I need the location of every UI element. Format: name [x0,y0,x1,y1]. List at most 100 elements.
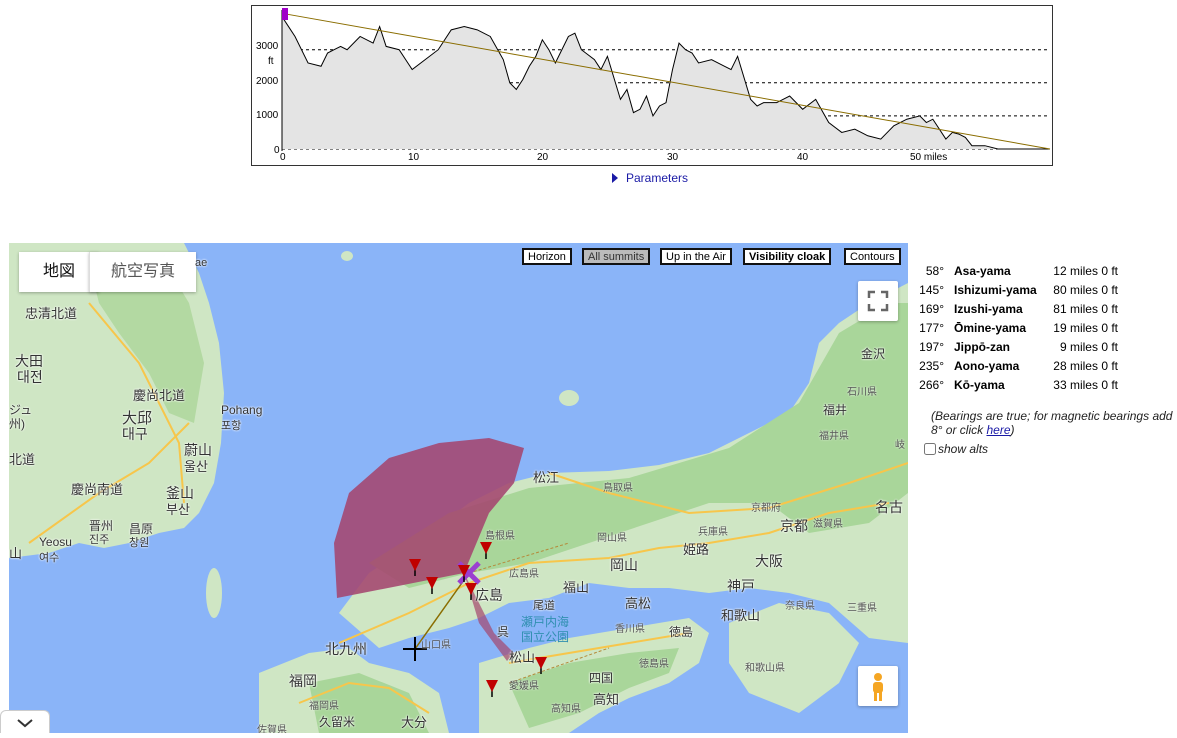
map-label: 徳島県 [639,659,669,670]
tab-satellite[interactable]: 航空写真 [89,252,196,292]
parameters-toggle[interactable]: Parameters [612,171,688,185]
map-label: 呉 [497,625,510,639]
summit-name: Izushi-yama [954,302,1023,316]
map-label: 忠清北道 [25,306,78,321]
up-in-the-air-button[interactable]: Up in the Air [660,248,732,265]
summit-name: Ishizumi-yama [954,283,1037,297]
map-label: 山口県 [421,640,451,651]
map-label: 岡山県 [597,533,627,544]
summit-name: Asa-yama [954,264,1011,278]
y-unit-label: ft [268,56,274,67]
visibility-cloak-button[interactable]: Visibility cloak [743,248,832,265]
map-label: 岡山 [610,557,638,573]
map-label: Pohang [221,403,263,417]
map-label: 포항 [221,420,242,432]
map-label: 滋賀県 [813,519,843,530]
summit-distance: 80 miles 0 ft [1053,283,1118,297]
island [341,251,353,261]
map-label: 福岡県 [309,701,339,712]
map[interactable]: 地図 航空写真 Horizon All summits Up in the Ai… [9,243,908,733]
elevation-profile: 3000 ft 2000 1000 0 0 10 20 30 40 50 mil… [251,5,1053,166]
map-label: 金沢 [861,347,886,361]
map-label: 島根県 [485,531,515,542]
map-label: 福岡 [289,673,317,689]
fullscreen-button[interactable] [858,281,898,321]
map-label: 福山 [563,580,590,595]
map-label: 鳥取県 [603,483,633,494]
oki-islands [559,390,579,406]
summit-row: 235° Aono-yama 28 miles 0 ft [919,359,1142,378]
x-tick-label: 40 [797,152,809,163]
map-label: 広島県 [509,569,539,580]
map-label: 神戸 [727,578,755,594]
y-tick-label: 0 [274,145,280,156]
map-label: 徳島 [669,625,694,639]
x-tick-label: 50 miles [910,152,948,163]
map-label: 大分 [401,715,428,730]
tab-map[interactable]: 地図 [19,252,99,292]
horizon-button[interactable]: Horizon [522,248,572,265]
y-tick-label: 3000 [256,41,279,52]
map-label: 北道 [9,452,36,467]
map-label: 松江 [533,470,560,485]
y-tick-label: 1000 [256,110,279,121]
summit-row: 169° Izushi-yama 81 miles 0 ft [919,302,1142,321]
map-label: 州) [9,417,25,431]
summit-name: Kō-yama [954,378,1005,392]
summit-bearing: 145° [919,283,944,297]
magnetic-bearing-link[interactable]: here [986,423,1010,437]
collapse-panel-button[interactable] [0,710,50,733]
show-alts-checkbox[interactable] [924,443,936,455]
bearing-note: (Bearings are true; for magnetic bearing… [931,409,1176,437]
map-label: Yeosu [39,535,72,549]
summit-name: Jippō-zan [954,340,1010,354]
map-label: 岐 [895,440,905,451]
summit-bearing: 169° [919,302,944,316]
summit-bearing: 58° [925,264,944,278]
map-label: 広島 [475,587,503,603]
map-label: 福井 [823,403,848,417]
tsushima [206,568,222,618]
map-label: 和歌山県 [745,663,785,674]
map-label: 三重県 [847,603,877,614]
map-label: 松山 [509,650,536,665]
start-marker [282,8,288,20]
map-label: ae [195,257,208,269]
all-summits-button[interactable]: All summits [582,248,651,265]
map-label: 부산 [166,502,190,517]
map-label: 和歌山 [721,608,761,623]
map-label: 国立公園 [521,630,570,644]
bearing-note-end: ) [1010,423,1015,437]
summit-list: 58° Asa-yama 12 miles 0 ft 145° Ishizumi-yam… [919,264,1142,397]
map-label: 高知 [593,692,620,707]
summit-bearing: 197° [919,340,944,354]
map-label: 창원 [129,537,150,549]
summit-row: 145° Ishizumi-yama 80 miles 0 ft [919,283,1142,302]
summit-row: 58° Asa-yama 12 miles 0 ft [922,264,1142,283]
parameters-label: Parameters [626,171,689,185]
pegman-icon [873,673,883,701]
summit-name: Ōmine-yama [954,321,1027,335]
map-label: 名古 [875,499,903,515]
summit-bearing: 235° [919,359,944,373]
map-label: 京都府 [751,503,781,514]
contours-button[interactable]: Contours [844,248,901,265]
summit-distance: 33 miles 0 ft [1053,378,1118,392]
map-label: 慶尚北道 [133,388,186,403]
summit-name: Aono-yama [954,359,1020,373]
street-view-pegman-button[interactable] [858,666,898,706]
summit-row: 177° Ōmine-yama 19 miles 0 ft [919,321,1142,340]
summit-distance: 12 miles 0 ft [1053,264,1118,278]
summit-distance: 19 miles 0 ft [1053,321,1118,335]
map-label: 高知県 [551,704,581,715]
fullscreen-icon [867,290,889,312]
map-label: 愛媛県 [509,681,539,692]
summit-row: 197° Jippō-zan 9 miles 0 ft [919,340,1142,359]
show-alts-label: show alts [938,442,989,456]
map-label: 姫路 [683,542,710,557]
show-alts-option[interactable]: show alts [924,442,988,456]
x-tick-label: 10 [408,152,420,163]
summit-distance: 81 miles 0 ft [1053,302,1118,316]
x-tick-label: 20 [537,152,549,163]
map-label: 兵庫県 [698,527,728,538]
